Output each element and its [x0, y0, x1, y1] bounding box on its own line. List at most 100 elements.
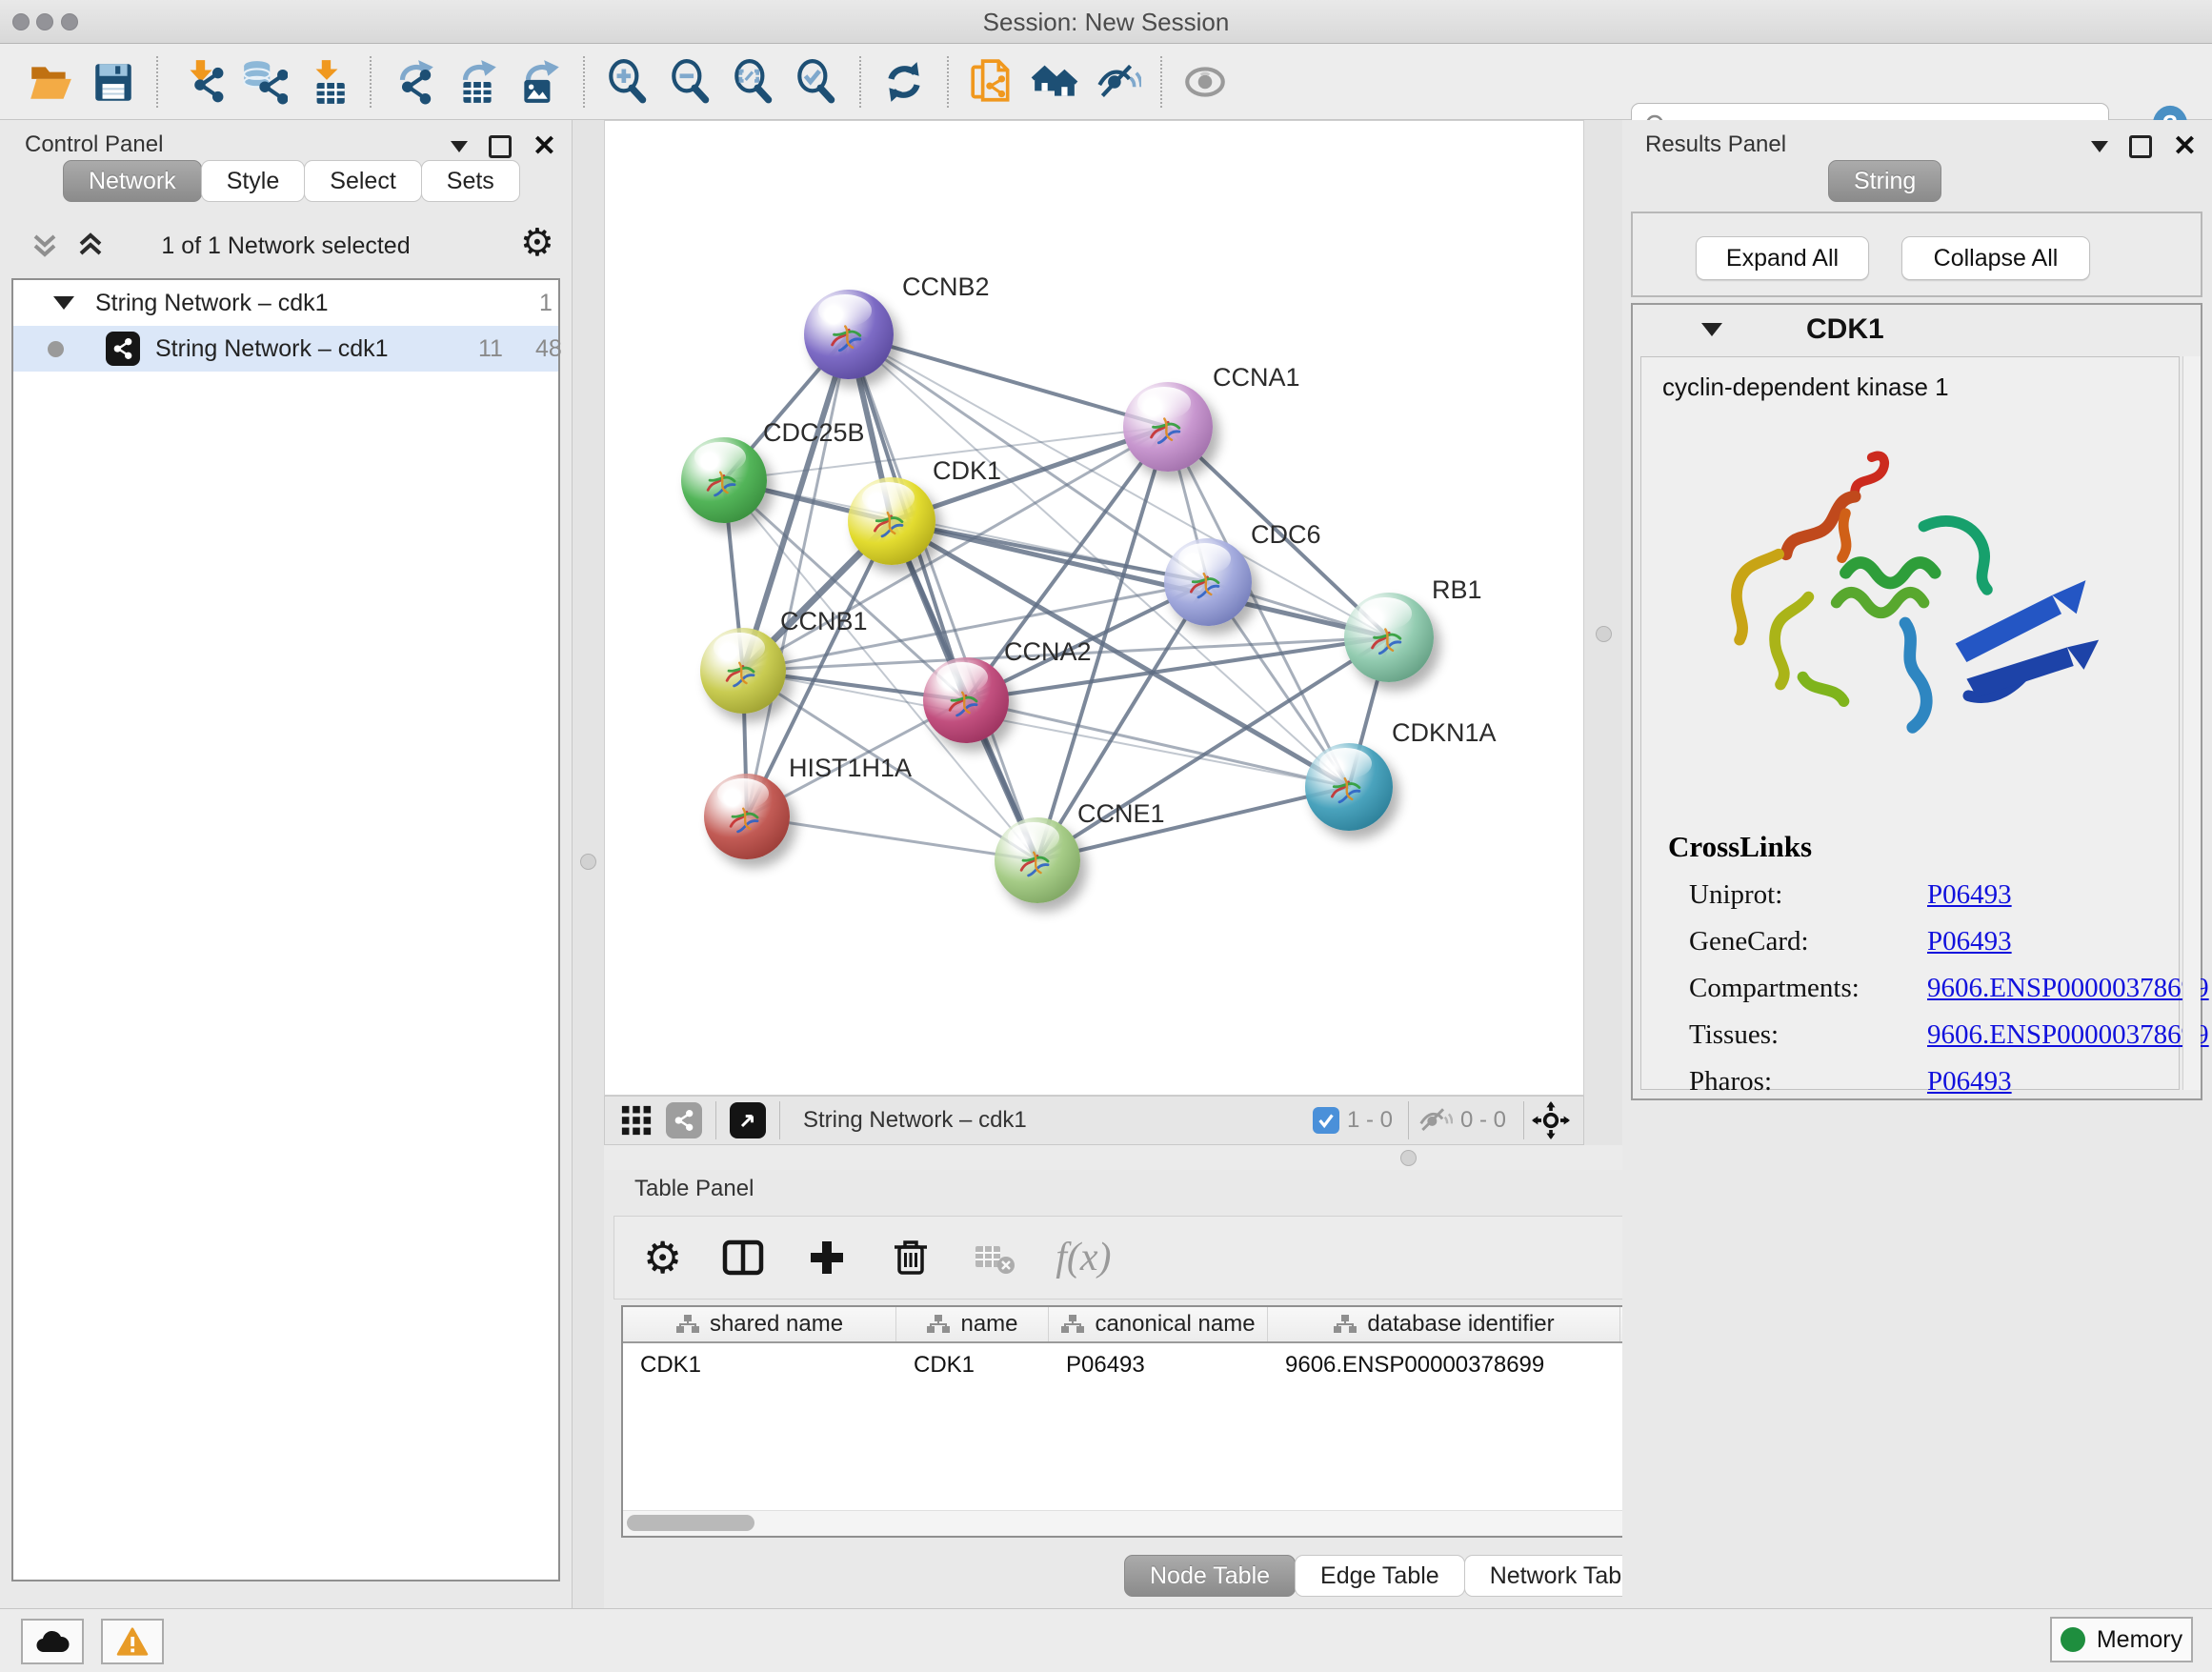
column-header-canonical-name[interactable]: canonical name	[1049, 1307, 1268, 1341]
network-type-icon	[106, 332, 140, 366]
collapse-all-button[interactable]: Collapse All	[1901, 236, 2090, 280]
grid-view-icon[interactable]	[620, 1104, 653, 1137]
detach-view-icon[interactable]	[730, 1102, 766, 1138]
hide-selected-button[interactable]	[1086, 50, 1149, 113]
network-node-CCNA1[interactable]	[1123, 382, 1213, 472]
birds-eye-view-icon[interactable]	[1532, 1101, 1570, 1139]
cloud-icon	[35, 1627, 70, 1656]
network-node-CDKN1A[interactable]	[1305, 743, 1393, 831]
zoom-out-button[interactable]	[659, 50, 722, 113]
create-column-icon[interactable]	[804, 1235, 850, 1280]
network-edge[interactable]	[849, 334, 1168, 427]
hide-selected-icon	[1094, 58, 1141, 106]
export-table-button[interactable]	[446, 50, 509, 113]
splitter-handle[interactable]	[1400, 1150, 1417, 1166]
hidden-elements-icon	[1415, 1101, 1453, 1139]
cloud-button[interactable]	[21, 1619, 84, 1664]
network-node-HIST1H1A[interactable]	[704, 774, 790, 859]
zoom-fit-content-button[interactable]	[722, 50, 785, 113]
network-canvas[interactable]: CCNB2CCNA1CDC25BCDK1CDC6RB1CCNB1CCNA2CDK…	[604, 120, 1584, 1096]
column-header-shared-name[interactable]: shared name	[623, 1307, 896, 1341]
network-node-CCNB1[interactable]	[700, 628, 786, 714]
network-node-CDC6[interactable]	[1164, 538, 1252, 626]
crosslink-link[interactable]: 9606.ENSP00000378699	[1927, 973, 2209, 1004]
crosslink-label: GeneCard:	[1668, 926, 1927, 957]
splitter-handle[interactable]	[1596, 626, 1612, 642]
import-network-from-database-icon	[240, 58, 288, 106]
results-scrollbar[interactable]	[2182, 356, 2201, 1090]
panel-menu-icon[interactable]	[451, 141, 468, 152]
panel-close-icon[interactable]: ✕	[533, 132, 556, 161]
zoom-in-button[interactable]	[596, 50, 659, 113]
crosslink-row: Uniprot:P06493	[1668, 879, 2209, 911]
tab-sets[interactable]: Sets	[421, 160, 520, 202]
network-edge[interactable]	[966, 700, 1349, 787]
network-collection-row[interactable]: String Network – cdk1 1	[13, 280, 558, 326]
column-header-database-identifier[interactable]: database identifier	[1268, 1307, 1620, 1341]
panel-float-icon[interactable]	[2129, 135, 2152, 158]
delete-column-icon[interactable]	[888, 1235, 934, 1280]
scrollbar-thumb[interactable]	[627, 1515, 754, 1531]
splitter-handle[interactable]	[580, 854, 596, 870]
memory-status-icon	[2061, 1627, 2085, 1652]
memory-label: Memory	[2097, 1626, 2182, 1654]
node-label: CCNA1	[1213, 363, 1300, 393]
node-label: CDC6	[1251, 520, 1321, 550]
save-session-button[interactable]	[82, 50, 145, 113]
result-entry-header[interactable]: CDK1	[1633, 305, 2201, 354]
tab-node-table[interactable]: Node Table	[1124, 1555, 1296, 1597]
tab-string[interactable]: String	[1828, 160, 1941, 202]
network-node-CDC25B[interactable]	[681, 437, 767, 523]
toolbar-separator	[156, 56, 158, 108]
import-table-button[interactable]	[295, 50, 358, 113]
panel-menu-icon[interactable]	[2091, 141, 2108, 152]
crosslink-link[interactable]: P06493	[1927, 879, 2012, 911]
duplicate-network-button[interactable]	[960, 50, 1023, 113]
hidden-count: 0 - 0	[1460, 1107, 1506, 1134]
crosslink-link[interactable]: P06493	[1927, 926, 2012, 957]
column-header-name[interactable]: name	[896, 1307, 1049, 1341]
tab-edge-table[interactable]: Edge Table	[1295, 1555, 1465, 1597]
expand-all-button[interactable]: Expand All	[1696, 236, 1869, 280]
warnings-button[interactable]	[101, 1619, 164, 1664]
network-node-RB1[interactable]	[1344, 593, 1434, 682]
import-network-button[interactable]	[170, 50, 232, 113]
network-row[interactable]: String Network – cdk1 11 48	[13, 326, 558, 372]
edge-count: 48	[535, 335, 562, 363]
tab-style[interactable]: Style	[201, 160, 306, 202]
table-options-gear-icon[interactable]: ⚙	[643, 1236, 682, 1279]
tab-select[interactable]: Select	[304, 160, 421, 202]
export-network-button[interactable]	[383, 50, 446, 113]
crosslink-row: Compartments:9606.ENSP00000378699	[1668, 973, 2209, 1004]
panel-close-icon[interactable]: ✕	[2173, 132, 2197, 161]
tree-collapse-icon[interactable]	[53, 296, 74, 310]
node-label: CDKN1A	[1392, 718, 1497, 748]
network-node-CCNB2[interactable]	[804, 290, 894, 379]
export-image-button[interactable]	[509, 50, 572, 113]
zoom-selected-button[interactable]	[785, 50, 848, 113]
import-network-from-database-button[interactable]	[232, 50, 295, 113]
network-view-mode-icon[interactable]	[666, 1102, 702, 1138]
panel-float-icon[interactable]	[489, 135, 512, 158]
network-node-CCNE1[interactable]	[995, 817, 1080, 903]
network-node-CCNA2[interactable]	[923, 657, 1009, 743]
crosslink-link[interactable]: 9606.ENSP00000378699	[1927, 1019, 2209, 1051]
show-columns-icon[interactable]	[720, 1235, 766, 1280]
network-node-CDK1[interactable]	[848, 477, 935, 565]
show-graphics-details-button[interactable]	[1174, 50, 1237, 113]
node-label: RB1	[1432, 575, 1482, 605]
collapse-entry-icon[interactable]	[1701, 323, 1722, 336]
splitter-left[interactable]	[573, 120, 604, 1608]
result-entry-body: cyclin-dependent kinase 1	[1640, 356, 2180, 1090]
network-edge[interactable]	[849, 334, 1349, 787]
network-options-gear-icon[interactable]: ⚙	[520, 221, 554, 265]
network-edge[interactable]	[747, 816, 1037, 860]
first-neighbors-button[interactable]	[1023, 50, 1086, 113]
tab-network[interactable]: Network	[63, 160, 202, 202]
memory-button[interactable]: Memory	[2050, 1617, 2193, 1662]
refresh-button[interactable]	[873, 50, 935, 113]
open-session-button[interactable]	[19, 50, 82, 113]
crosslink-link[interactable]: P06493	[1927, 1066, 2012, 1098]
protein-description: cyclin-dependent kinase 1	[1662, 373, 1949, 402]
selected-nodes-checkbox-icon[interactable]	[1313, 1107, 1339, 1134]
